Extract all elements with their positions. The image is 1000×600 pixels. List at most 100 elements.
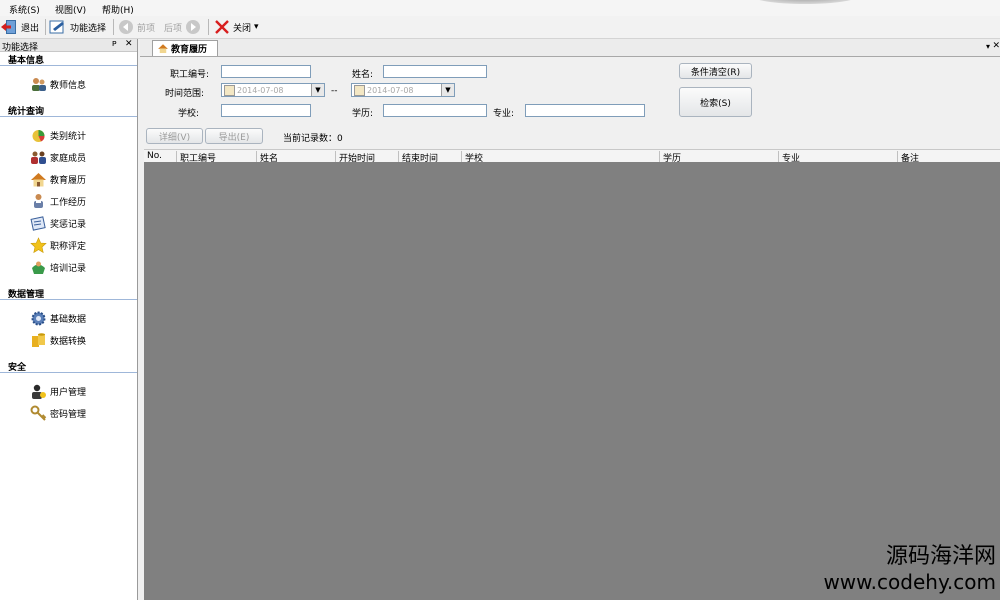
grid-header: No. 职工编号 姓名 开始时间 结束时间 学校 学历 专业 备注 (144, 149, 1000, 164)
major-input[interactable] (525, 104, 645, 117)
watermark: 源码海洋网 www.codehy.com (823, 538, 996, 594)
menu-bar: 系统(S) 视图(V) 帮助(H) (0, 0, 1000, 16)
exit-label: 退出 (21, 23, 40, 34)
detail-button[interactable]: 详细(V) (146, 128, 203, 144)
menu-view[interactable]: 视图(V) (55, 3, 86, 16)
nav-user-management[interactable]: 用户管理 (30, 382, 86, 400)
section-data-management[interactable]: 数据管理 (0, 286, 137, 300)
time-range-label: 时间范围: (165, 89, 205, 99)
nav-basic-data[interactable]: 基础数据 (30, 309, 86, 327)
section-title: 基本信息 (8, 56, 45, 66)
nav-label: 培训记录 (50, 263, 87, 274)
nav-title-evaluation[interactable]: 职称评定 (30, 236, 86, 254)
date-to-value: 2014-07-08 (367, 85, 414, 95)
close-button[interactable]: 关闭 ▾ (214, 18, 259, 36)
gear-icon (31, 311, 46, 325)
family-icon (31, 151, 46, 164)
section-security[interactable]: 安全 (0, 359, 137, 373)
prev-button[interactable]: 前项 (118, 18, 155, 36)
nav-teacher-info[interactable]: 教师信息 (30, 75, 86, 93)
nav-label: 工作经历 (50, 197, 87, 208)
school-label: 学校: (178, 109, 200, 119)
next-button[interactable]: 后项 (164, 18, 201, 36)
nav-password-management[interactable]: 密码管理 (30, 404, 86, 422)
col-end-time[interactable]: 结束时间 (398, 151, 438, 164)
home-icon (31, 172, 46, 186)
section-basic-info[interactable]: 基本信息 (0, 52, 137, 66)
training-icon (32, 261, 45, 274)
nav-work-history[interactable]: 工作经历 (30, 192, 86, 210)
date-to-checkbox[interactable] (354, 84, 365, 96)
search-button[interactable]: 检索(S) (679, 87, 752, 117)
col-no[interactable]: No. (144, 151, 162, 162)
col-remark[interactable]: 备注 (897, 151, 919, 164)
panel-close-icon[interactable]: ✕ (125, 39, 133, 49)
toolbar-separator (208, 19, 209, 35)
database-icon (32, 332, 45, 347)
major-label: 专业: (493, 109, 515, 119)
clear-conditions-button[interactable]: 条件清空(R) (679, 63, 752, 79)
menu-system[interactable]: 系统(S) (9, 3, 40, 16)
function-select-icon (49, 20, 64, 34)
pie-chart-icon (32, 129, 45, 142)
col-school[interactable]: 学校 (461, 151, 483, 164)
education-input[interactable] (383, 104, 487, 117)
emp-no-label: 职工编号: (170, 70, 210, 80)
toolbar: 退出 功能选择 前项 后项 关闭 ▾ (0, 16, 1000, 39)
date-to-picker[interactable]: 2014-07-08 ▼ (351, 83, 455, 97)
arrow-right-icon (186, 20, 201, 34)
range-separator: -- (331, 86, 338, 96)
education-label: 学历: (352, 109, 374, 119)
col-name[interactable]: 姓名 (256, 151, 278, 164)
chevron-down-icon[interactable]: ▼ (441, 84, 454, 96)
section-title: 统计查询 (8, 107, 45, 117)
next-label: 后项 (164, 23, 183, 34)
star-icon (30, 236, 47, 253)
col-major[interactable]: 专业 (778, 151, 800, 164)
pin-icon[interactable]: ᴘ (112, 39, 117, 49)
toolbar-separator (45, 19, 46, 35)
nav-training-records[interactable]: 培训记录 (30, 258, 86, 276)
date-from-picker[interactable]: 2014-07-08 ▼ (221, 83, 325, 97)
toolbar-separator (113, 19, 114, 35)
col-emp-no[interactable]: 职工编号 (176, 151, 216, 164)
nav-education-history[interactable]: 教育履历 (30, 170, 86, 188)
chevron-down-icon[interactable]: ▼ (311, 84, 324, 96)
emp-no-input[interactable] (221, 65, 311, 78)
close-x-icon (215, 20, 229, 34)
exit-button[interactable]: 退出 (0, 18, 39, 36)
panel-titlebar: 功能选择 ᴘ ✕ (0, 39, 137, 53)
nav-label: 职称评定 (50, 241, 87, 252)
nav-data-conversion[interactable]: 数据转换 (30, 331, 86, 349)
watermark-title: 源码海洋网 (885, 544, 996, 569)
section-statistics[interactable]: 统计查询 (0, 103, 137, 117)
nav-label: 密码管理 (50, 409, 87, 420)
certificate-icon (30, 215, 46, 231)
export-button[interactable]: 导出(E) (205, 128, 263, 144)
nav-label: 奖惩记录 (50, 219, 87, 230)
function-select-button[interactable]: 功能选择 (49, 18, 106, 36)
school-input[interactable] (221, 104, 311, 117)
date-from-checkbox[interactable] (224, 84, 235, 96)
tab-close-icon[interactable]: ✕ (992, 41, 1000, 51)
grid-body[interactable] (144, 162, 1000, 600)
date-from-value: 2014-07-08 (237, 85, 284, 95)
menu-help[interactable]: 帮助(H) (102, 3, 134, 16)
arrow-left-icon (119, 20, 133, 34)
nav-label: 用户管理 (50, 387, 87, 398)
nav-category-stats[interactable]: 类别统计 (30, 126, 86, 144)
tab-strip: ▾ ✕ (140, 39, 1000, 57)
chevron-down-icon[interactable]: ▾ (254, 22, 259, 32)
section-title: 数据管理 (8, 290, 45, 300)
nav-label: 家庭成员 (50, 153, 87, 164)
worker-icon (34, 193, 43, 208)
col-start-time[interactable]: 开始时间 (335, 151, 375, 164)
tab-list-chevron-icon[interactable]: ▾ (986, 42, 990, 51)
name-label: 姓名: (352, 70, 374, 80)
nav-label: 教师信息 (50, 80, 87, 91)
nav-reward-punish[interactable]: 奖惩记录 (30, 214, 86, 232)
col-education[interactable]: 学历 (659, 151, 681, 164)
tab-education-history[interactable]: 教育履历 (152, 40, 218, 56)
nav-family-members[interactable]: 家庭成员 (30, 148, 86, 166)
name-input[interactable] (383, 65, 487, 78)
